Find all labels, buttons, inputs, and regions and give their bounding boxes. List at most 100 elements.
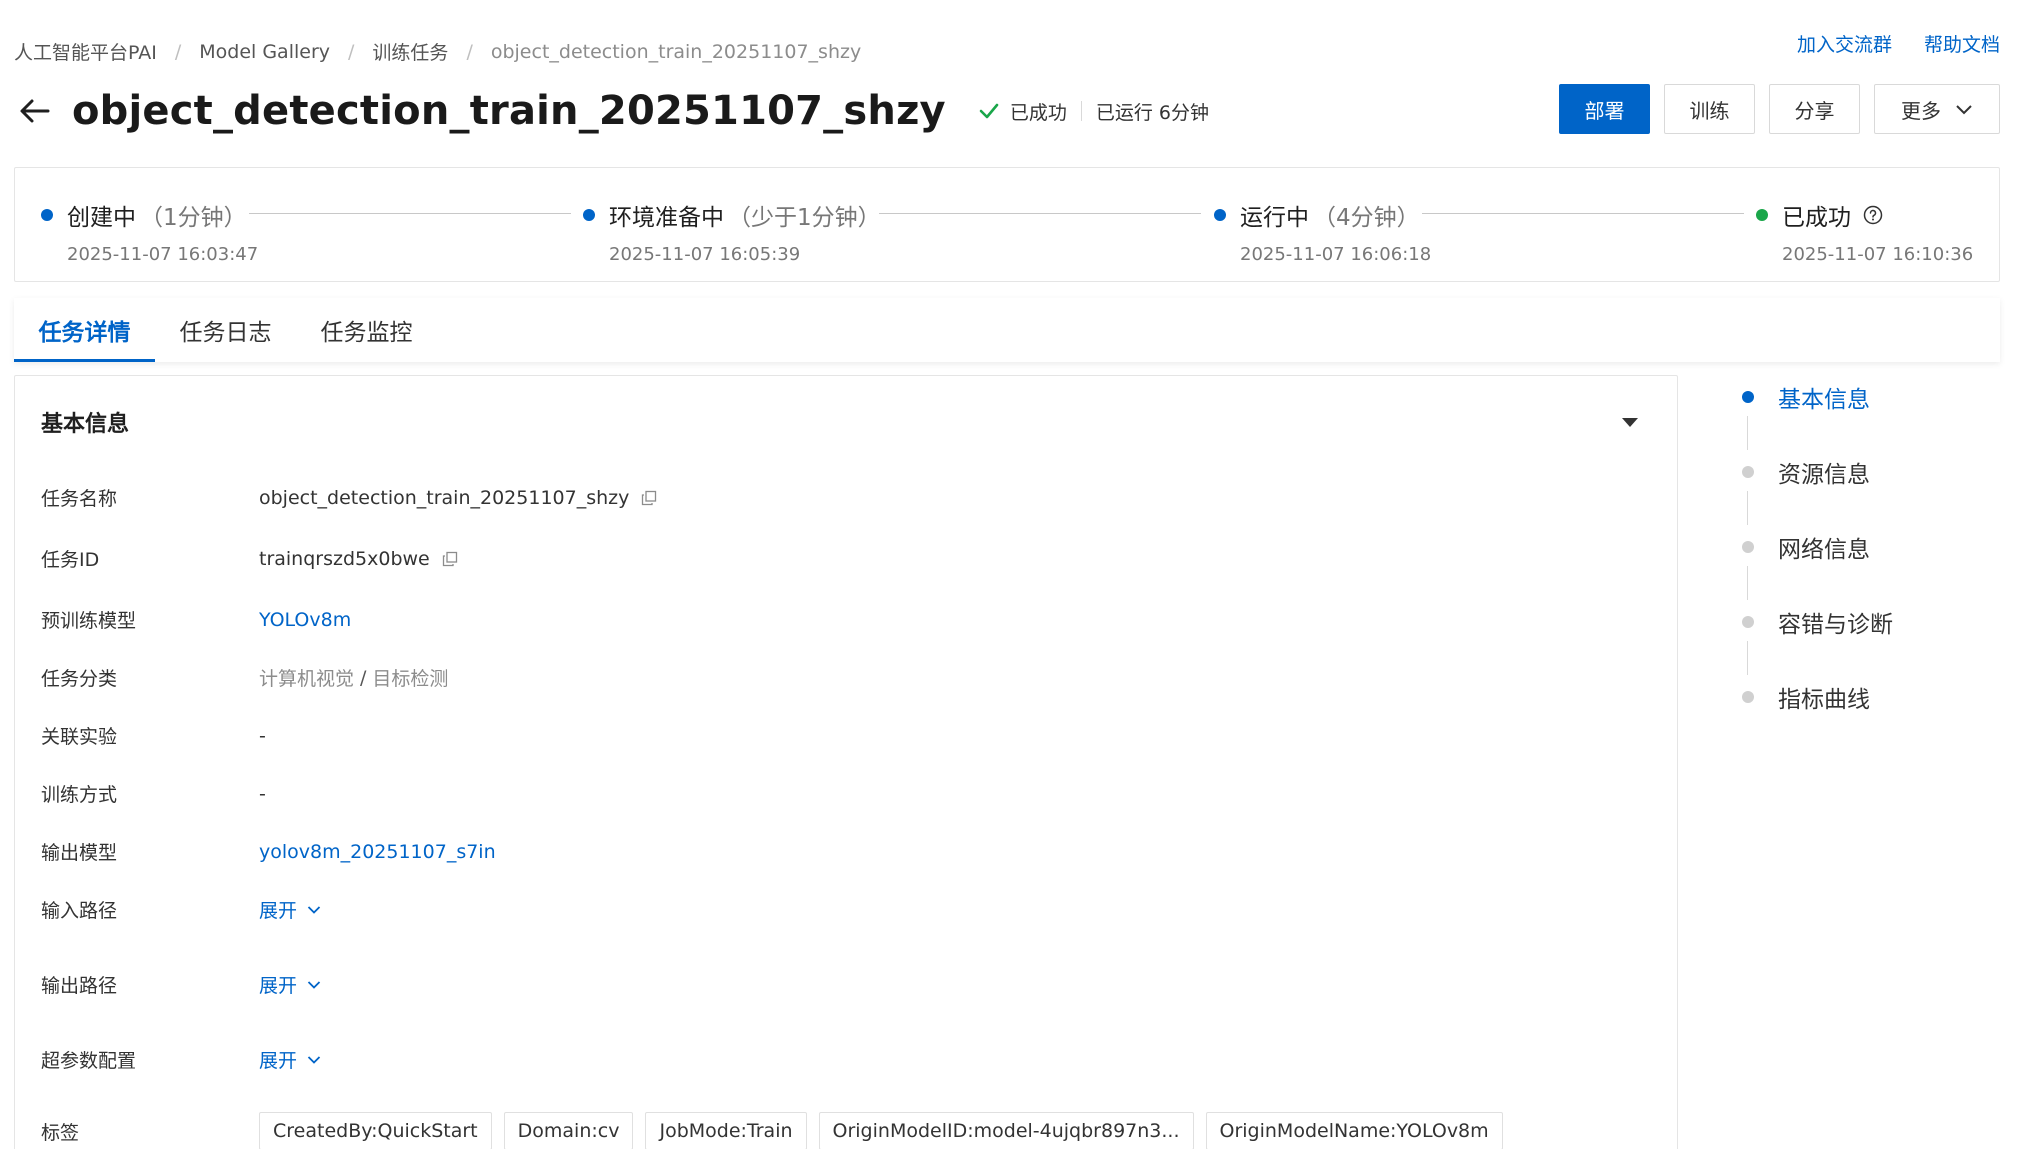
train-button[interactable]: 训练	[1664, 84, 1755, 134]
expand-hyperparams[interactable]: 展开	[259, 1046, 321, 1073]
help-docs-link[interactable]: 帮助文档	[1924, 30, 2000, 57]
anchor-connector	[1747, 641, 1748, 675]
anchor-basic-info[interactable]: 基本信息	[1742, 380, 1870, 414]
step-duration: （1分钟）	[140, 205, 247, 231]
back-arrow-icon[interactable]	[18, 93, 54, 129]
task-id-value: trainqrszd5x0bwe	[259, 547, 430, 570]
breadcrumb-separator: /	[466, 40, 473, 63]
field-input-path: 输入路径 展开	[41, 896, 321, 923]
field-related-experiment: 关联实验 -	[41, 722, 266, 749]
field-tags: 标签 CreatedBy:QuickStart Domain:cv JobMod…	[41, 1112, 1515, 1149]
field-label: 关联实验	[41, 726, 118, 748]
status-indicator: 已成功 已运行 6分钟	[978, 98, 1209, 125]
timeline-step-succeeded: 已成功 2025-11-07 16:10:36	[1756, 198, 1973, 265]
more-button-label: 更多	[1901, 98, 1941, 123]
field-label: 输出路径	[41, 975, 118, 997]
anchor-dot	[1742, 691, 1754, 703]
output-model-link[interactable]: yolov8m_20251107_s7in	[259, 841, 496, 863]
category-separator: /	[360, 666, 367, 689]
field-training-method: 训练方式 -	[41, 780, 266, 807]
anchor-metric-curves[interactable]: 指标曲线	[1742, 680, 1870, 714]
step-name: 创建中	[67, 205, 136, 231]
step-duration: （4分钟）	[1313, 205, 1420, 231]
pretrained-model-link[interactable]: YOLOv8m	[259, 609, 351, 631]
copy-icon[interactable]	[641, 490, 657, 506]
timeline-step-env-prep: 环境准备中 （少于1分钟） 2025-11-07 16:05:39	[583, 198, 881, 265]
field-task-name: 任务名称 object_detection_train_20251107_shz…	[41, 484, 657, 511]
anchor-label: 指标曲线	[1778, 687, 1870, 713]
step-time: 2025-11-07 16:03:47	[67, 244, 259, 265]
anchor-network-info[interactable]: 网络信息	[1742, 530, 1870, 564]
field-hyperparams: 超参数配置 展开	[41, 1046, 321, 1073]
anchor-connector	[1747, 416, 1748, 450]
deploy-button[interactable]: 部署	[1559, 84, 1650, 134]
anchor-fault-tolerance[interactable]: 容错与诊断	[1742, 605, 1893, 639]
field-label: 输出模型	[41, 842, 118, 864]
step-duration: （少于1分钟）	[728, 205, 881, 231]
field-label: 任务名称	[41, 488, 118, 510]
category-secondary: 目标检测	[372, 668, 449, 690]
anchor-connector	[1747, 491, 1748, 525]
tab-task-details[interactable]: 任务详情	[14, 298, 155, 362]
tag-item: JobMode:Train	[645, 1112, 807, 1149]
tab-task-monitor[interactable]: 任务监控	[296, 298, 437, 362]
section-title: 基本信息	[41, 412, 130, 437]
tag-list: CreatedBy:QuickStart Domain:cv JobMode:T…	[259, 1112, 1515, 1149]
training-method-value: -	[259, 782, 266, 805]
timeline-connector	[249, 213, 571, 214]
anchor-dot	[1742, 616, 1754, 628]
field-label: 任务分类	[41, 668, 118, 690]
expand-output-path[interactable]: 展开	[259, 971, 321, 998]
field-label: 标签	[41, 1121, 80, 1144]
breadcrumb-pai[interactable]: 人工智能平台PAI	[14, 38, 157, 65]
related-experiment-value: -	[259, 724, 266, 747]
anchor-label: 基本信息	[1778, 387, 1870, 413]
chevron-down-icon	[307, 905, 321, 914]
step-time: 2025-11-07 16:10:36	[1782, 244, 1974, 265]
step-dot	[1214, 209, 1226, 221]
category-primary: 计算机视觉	[259, 668, 355, 690]
chevron-down-icon	[1955, 97, 1973, 121]
join-group-link[interactable]: 加入交流群	[1797, 30, 1892, 57]
anchor-resource-info[interactable]: 资源信息	[1742, 455, 1870, 489]
top-links: 加入交流群 帮助文档	[1797, 30, 2000, 57]
chevron-down-icon	[307, 1055, 321, 1064]
breadcrumb-current: object_detection_train_20251107_shzy	[490, 40, 862, 63]
tab-task-logs[interactable]: 任务日志	[155, 298, 296, 362]
step-name: 已成功	[1782, 205, 1851, 231]
breadcrumb-training-tasks[interactable]: 训练任务	[372, 38, 448, 65]
step-dot	[583, 209, 595, 221]
field-label: 输入路径	[41, 900, 118, 922]
field-task-category: 任务分类 计算机视觉 / 目标检测	[41, 664, 448, 691]
tag-item: OriginModelID:model-4ujqbr897n3...	[818, 1112, 1194, 1149]
share-button[interactable]: 分享	[1769, 84, 1860, 134]
breadcrumb: 人工智能平台PAI / Model Gallery / 训练任务 / objec…	[14, 38, 861, 65]
expand-input-path[interactable]: 展开	[259, 896, 321, 923]
timeline-step-creating: 创建中 （1分钟） 2025-11-07 16:03:47	[41, 198, 258, 265]
tag-item: Domain:cv	[503, 1112, 634, 1149]
field-task-id: 任务ID trainqrszd5x0bwe	[41, 545, 458, 572]
field-label: 任务ID	[41, 549, 100, 571]
help-circle-icon[interactable]	[1863, 205, 1883, 225]
copy-icon[interactable]	[442, 551, 458, 567]
step-dot	[41, 209, 53, 221]
field-pretrained-model: 预训练模型 YOLOv8m	[41, 606, 351, 633]
field-label: 超参数配置	[41, 1050, 137, 1072]
tag-item: OriginModelName:YOLOv8m	[1205, 1112, 1503, 1149]
timeline-connector	[1422, 213, 1744, 214]
page-root: 人工智能平台PAI / Model Gallery / 训练任务 / objec…	[0, 0, 2024, 1149]
anchor-connector	[1747, 566, 1748, 600]
anchor-label: 网络信息	[1778, 537, 1870, 563]
step-time: 2025-11-07 16:06:18	[1240, 244, 1432, 265]
detail-tabs: 任务详情 任务日志 任务监控	[14, 298, 2000, 362]
anchor-label: 资源信息	[1778, 462, 1870, 488]
anchor-dot	[1742, 541, 1754, 553]
more-button[interactable]: 更多	[1874, 84, 2000, 134]
caret-down-icon[interactable]	[1621, 414, 1639, 433]
tag-item: CreatedBy:QuickStart	[259, 1112, 492, 1149]
anchor-label: 容错与诊断	[1778, 612, 1893, 638]
basic-info-card: 基本信息 任务名称 object_detection_train_2025110…	[14, 375, 1678, 1149]
anchor-dot	[1742, 466, 1754, 478]
breadcrumb-model-gallery[interactable]: Model Gallery	[199, 41, 330, 63]
task-name-value: object_detection_train_20251107_shzy	[259, 486, 630, 509]
